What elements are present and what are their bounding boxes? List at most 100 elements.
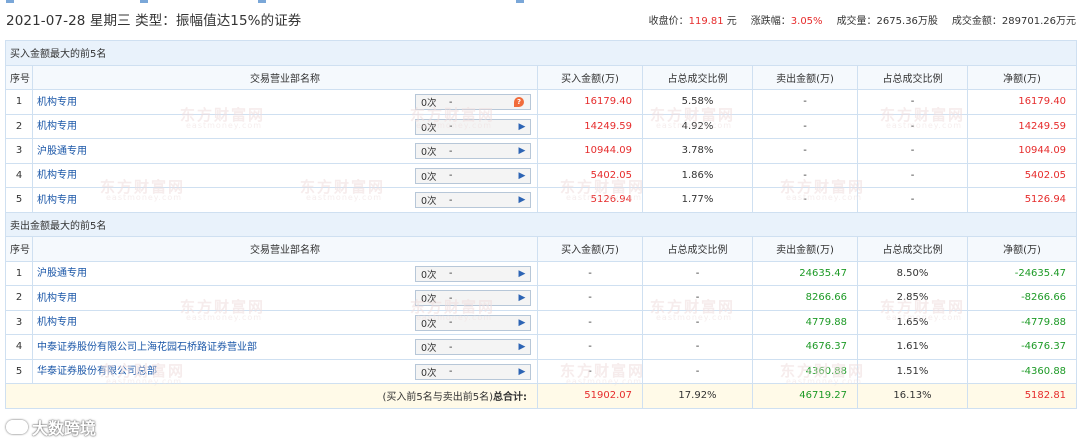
history-value: -: [449, 96, 453, 108]
history-value: -: [449, 317, 453, 328]
branch-name-link[interactable]: 机构专用: [37, 191, 77, 206]
buy_section-header-row: 序号 交易营业部名称 买入金额(万) 占总成交比例 卖出金额(万) 占总成交比例 净额(万): [5, 64, 1078, 90]
history-count: 0次: [421, 147, 437, 158]
expand-arrow-icon[interactable]: ▶: [514, 120, 530, 134]
column-header: 买入金额(万): [537, 64, 643, 90]
table-row: 4 机构专用 0次 - ▶ 5402.05 1.86% - -5402.05: [5, 162, 1078, 188]
column-header: 占总成交比例: [642, 64, 753, 90]
history-count-select[interactable]: 0次 - ▶: [415, 363, 531, 380]
branch-name-link[interactable]: 中泰证券股份有限公司上海花园石桥路证券营业部: [37, 338, 257, 353]
logo-text: 大数跨境: [32, 419, 97, 438]
table-row: 3 沪股通专用 0次 - ▶ 10944.09 3.78% - -10944.09: [5, 138, 1078, 164]
row-index: 3: [5, 309, 33, 335]
branch-name-link[interactable]: 沪股通专用: [37, 142, 87, 157]
history-value: -: [449, 366, 453, 377]
buy_section-title-row: 买入金额最大的前5名: [4, 40, 1078, 66]
history-count-select[interactable]: 0次 - ▶: [415, 339, 531, 355]
buy-amount: -: [537, 358, 643, 384]
history-value: -: [449, 121, 453, 132]
branch-name-link[interactable]: 机构专用: [37, 117, 77, 132]
table-row: 5 华泰证券股份有限公司总部 0次 - ▶ - -4360.88 1.51% -4360.88: [5, 358, 1078, 384]
expand-arrow-icon[interactable]: ▶: [514, 291, 530, 305]
branch-name-link[interactable]: 机构专用: [37, 93, 77, 108]
expand-arrow-icon[interactable]: ▶: [514, 169, 530, 183]
buy-ratio: 1.77%: [642, 187, 753, 213]
branch-name-link[interactable]: 机构专用: [37, 166, 77, 181]
history-count-select[interactable]: 0次 - ▶: [415, 192, 531, 208]
total-buy-ratio: 17.92%: [642, 383, 753, 409]
logo-mark-icon: [6, 420, 28, 434]
history-count-select[interactable]: 0次 -?: [415, 94, 531, 110]
history-count-select[interactable]: 0次 - ▶: [415, 314, 531, 331]
expand-arrow-icon[interactable]: ▶: [514, 267, 530, 281]
expand-arrow-icon[interactable]: ▶: [514, 144, 530, 158]
history-count-select[interactable]: 0次 - ▶: [415, 118, 531, 135]
sell-ratio: 2.85%: [857, 285, 968, 311]
expand-arrow-icon[interactable]: ▶: [514, 365, 530, 379]
column-header: 占总成交比例: [857, 64, 968, 90]
net-amount: 16179.40: [966, 89, 1078, 115]
history-value: -: [449, 268, 453, 279]
total-sell-ratio: 16.13%: [857, 383, 968, 409]
row-index: 4: [5, 162, 33, 188]
history-value: -: [449, 145, 453, 157]
branch-name-link[interactable]: 华泰证券股份有限公司总部: [37, 362, 157, 377]
sell-amount: 4779.88: [752, 309, 858, 335]
history-count-select[interactable]: 0次 - ▶: [415, 167, 531, 184]
total-label: (买入前5名与卖出前5名)总合计:: [5, 383, 538, 409]
sell-amount: 4360.88: [752, 358, 858, 384]
buy_section-title: 买入金额最大的前5名: [4, 40, 1078, 66]
close-price-unit: 元: [726, 15, 737, 27]
buy-ratio: -: [642, 309, 753, 335]
table-row: 4 中泰证券股份有限公司上海花园石桥路证券营业部 0次 - ▶ - -4676.37 1.61…: [5, 334, 1078, 360]
net-amount: 10944.09: [966, 138, 1078, 164]
net-amount: -8266.66: [966, 285, 1078, 311]
history-value: -: [449, 292, 453, 304]
change-pct-value: 3.05%: [790, 15, 823, 27]
sell-amount: -: [752, 187, 858, 213]
sell-ratio: -: [857, 138, 968, 164]
close-price-label: 收盘价：: [648, 15, 689, 27]
branch-name-cell: 机构专用 0次 - ▶: [32, 162, 538, 188]
branch-name-link[interactable]: 机构专用: [37, 289, 77, 304]
buy-amount: -: [537, 260, 643, 286]
net-amount: 5402.05: [966, 162, 1078, 188]
top-tab-indicators: [0, 0, 1080, 4]
branch-name-cell: 机构专用 0次 - ▶: [32, 309, 538, 335]
total-net: 5182.81: [966, 383, 1078, 409]
net-amount: 14249.59: [966, 113, 1078, 139]
sell-ratio: 8.50%: [857, 260, 968, 286]
brand-logo: 大数跨境: [6, 415, 96, 439]
change-pct: 涨跌幅：3.05%: [751, 12, 823, 27]
buy-ratio: -: [642, 285, 753, 311]
buy-ratio: 5.58%: [642, 89, 753, 115]
column-header: 占总成交比例: [642, 236, 753, 262]
column-header: 序号: [5, 236, 33, 262]
history-count-select[interactable]: 0次 - ▶: [415, 143, 531, 159]
buy-ratio: -: [642, 260, 753, 286]
table-row: 1 机构专用 0次 -? 16179.40 5.58% - -16179.40: [5, 89, 1078, 115]
row-index: 5: [5, 358, 33, 384]
history-count: 0次: [421, 318, 437, 330]
column-header: 序号: [5, 64, 33, 90]
branch-name-link[interactable]: 沪股通专用: [37, 264, 87, 279]
branch-name-cell: 沪股通专用 0次 - ▶: [32, 260, 538, 286]
expand-arrow-icon[interactable]: ▶: [514, 316, 530, 330]
turnover-amount: 成交金额：289701.26万元: [951, 15, 1076, 27]
comment-icon[interactable]: ?: [514, 97, 524, 107]
column-header: 买入金额(万): [537, 236, 643, 262]
branch-name-cell: 华泰证券股份有限公司总部 0次 - ▶: [32, 358, 538, 384]
history-count: 0次: [421, 269, 437, 281]
table-row: 2 机构专用 0次 - ▶ 14249.59 4.92% - -14249.59: [5, 113, 1078, 139]
total-buy: 51902.07: [537, 383, 643, 409]
history-count: 0次: [421, 98, 437, 109]
row-index: 3: [5, 138, 33, 164]
history-count-select[interactable]: 0次 - ▶: [415, 290, 531, 306]
branch-name-cell: 机构专用 0次 -?: [32, 89, 538, 115]
history-count-select[interactable]: 0次 - ▶: [415, 265, 531, 282]
sell-ratio: -: [857, 187, 968, 213]
expand-arrow-icon[interactable]: ▶: [514, 193, 530, 207]
expand-arrow-icon[interactable]: ▶: [514, 340, 530, 354]
dragon-tiger-table: 买入金额最大的前5名 序号 交易营业部名称 买入金额(万) 占总成交比例 卖出金额(万) 占…: [4, 40, 1078, 409]
branch-name-link[interactable]: 机构专用: [37, 313, 77, 328]
